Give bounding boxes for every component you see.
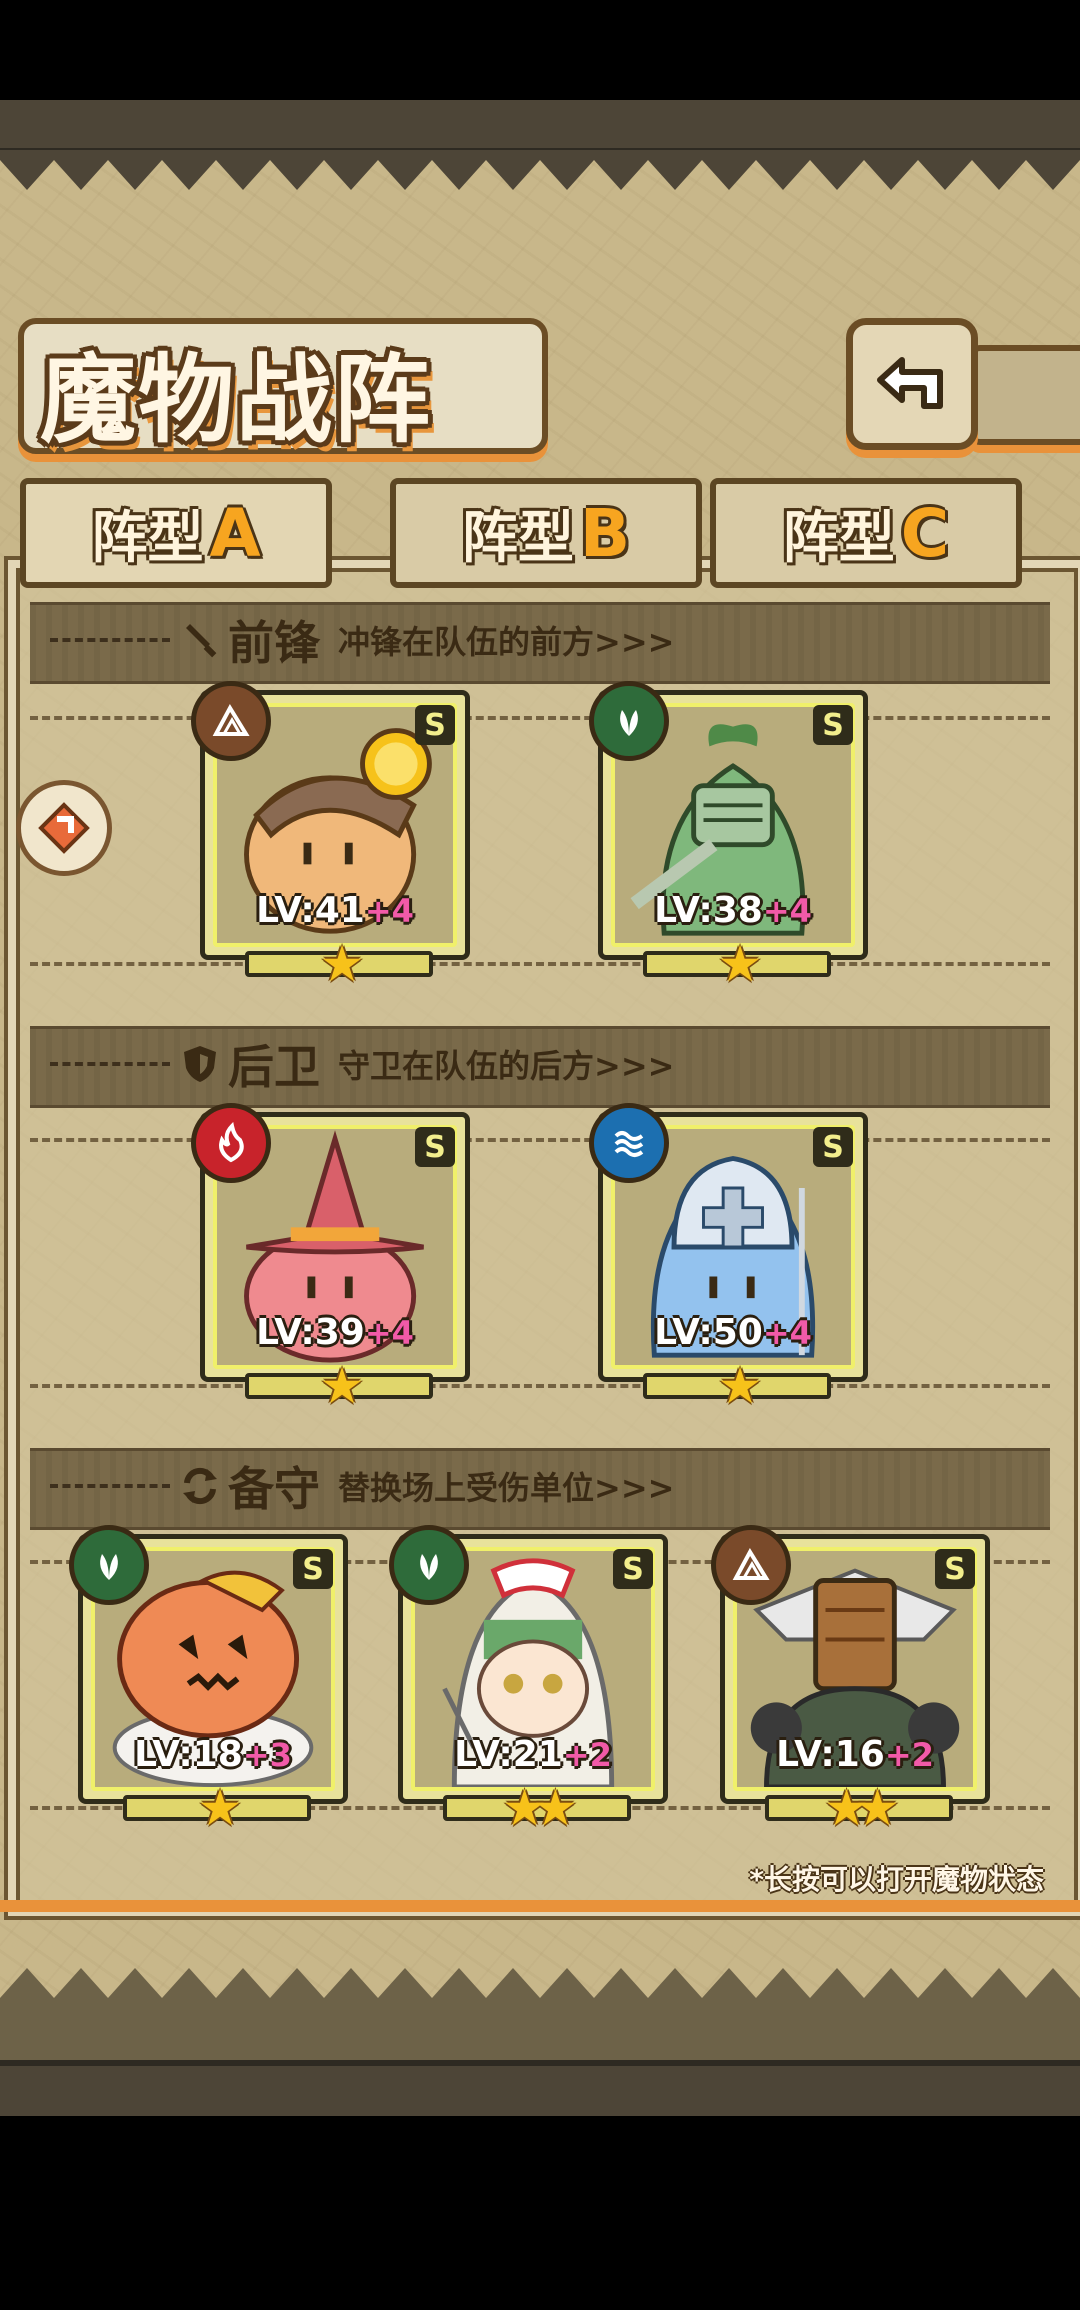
level-bonus: +3 — [242, 1736, 292, 1774]
panel-bottom-accent — [0, 1900, 1080, 1912]
section-subtitle: 冲锋在队伍的前方>>> — [338, 623, 675, 661]
star-rating: ★ — [717, 935, 763, 993]
water-element-icon — [589, 1103, 669, 1183]
rank-badge: S — [935, 1549, 975, 1589]
star-rating: ★★ — [502, 1779, 578, 1837]
section-title: 后卫 — [228, 1040, 320, 1094]
level-bonus: +4 — [762, 892, 812, 930]
back-button[interactable] — [846, 318, 978, 450]
level-value: LV:39 — [256, 1312, 365, 1353]
section-header-rear: 后卫 守卫在队伍的后方>>> — [30, 1026, 1050, 1102]
level-value: LV:18 — [134, 1734, 243, 1775]
star-rating: ★ — [197, 1779, 243, 1837]
level-bonus: +4 — [364, 1314, 414, 1352]
level-value: LV:50 — [654, 1312, 763, 1353]
bottom-band — [0, 2060, 1080, 2116]
rank-badge: S — [813, 705, 853, 745]
tab-formation-b[interactable]: 阵型 B — [390, 478, 702, 588]
header-dash — [50, 1484, 170, 1488]
level-label: LV:41+4 — [205, 890, 465, 931]
level-value: LV:41 — [256, 890, 365, 931]
monster-card-rear-2[interactable]: S LV:50+4 ★ — [589, 1103, 868, 1415]
level-label: LV:21+2 — [403, 1734, 663, 1775]
rank-badge: S — [613, 1549, 653, 1589]
monster-card-front-2[interactable]: S LV:38+4 ★ — [589, 681, 868, 993]
leaf-element-icon — [69, 1525, 149, 1605]
section-title: 备守 — [228, 1462, 320, 1516]
bottom-strip — [0, 2008, 1080, 2060]
rank-badge: S — [415, 1127, 455, 1167]
monster-card-front-1[interactable]: S LV:41+4 ★ — [191, 681, 470, 993]
row-dashed-line — [30, 962, 1050, 966]
arrow-badge-icon — [38, 802, 90, 854]
tab-letter: B — [579, 494, 631, 572]
row-dashed-line — [30, 1384, 1050, 1388]
leaf-element-icon — [589, 681, 669, 761]
sword-icon — [180, 620, 220, 660]
leaf-element-icon — [389, 1525, 469, 1605]
section-title: 前锋 — [228, 616, 320, 670]
row-dashed-line — [30, 1138, 1050, 1142]
rank-badge: S — [293, 1549, 333, 1589]
tab-label: 阵型 — [782, 505, 895, 571]
tab-letter: A — [209, 494, 261, 572]
swap-icon — [180, 1466, 220, 1506]
top-zigzag-border — [0, 150, 1080, 190]
rank-badge: S — [813, 1127, 853, 1167]
tab-label: 阵型 — [91, 505, 204, 571]
back-button-tab — [968, 345, 1080, 445]
level-bonus: +4 — [762, 1314, 812, 1352]
header-dash — [50, 1062, 170, 1066]
top-band — [0, 100, 1080, 154]
star-rating: ★ — [717, 1357, 763, 1415]
star-rating: ★ — [319, 935, 365, 993]
star-rating: ★★ — [824, 1779, 900, 1837]
section-header-reserve: 备守 替换场上受伤单位>>> — [30, 1448, 1050, 1524]
page-title: 魔物战阵 — [40, 344, 432, 456]
level-label: LV:50+4 — [603, 1312, 863, 1353]
level-value: LV:38 — [654, 890, 763, 931]
tab-label: 阵型 — [461, 505, 574, 571]
section-header-front: 前锋 冲锋在队伍的前方>>> — [30, 602, 1050, 678]
section-subtitle: 守卫在队伍的后方>>> — [338, 1047, 675, 1085]
level-value: LV:21 — [454, 1734, 563, 1775]
level-value: LV:16 — [776, 1734, 885, 1775]
monster-card-rear-1[interactable]: S LV:39+4 ★ — [191, 1103, 470, 1415]
shield-icon — [180, 1044, 220, 1084]
formation-toggle-button[interactable] — [16, 780, 112, 876]
level-label: LV:16+2 — [725, 1734, 985, 1775]
fire-element-icon — [191, 1103, 271, 1183]
rank-badge: S — [415, 705, 455, 745]
rock-element-icon — [711, 1525, 791, 1605]
header-dash — [50, 638, 170, 642]
section-subtitle: 替换场上受伤单位>>> — [338, 1469, 675, 1507]
bottom-zigzag-border — [0, 1968, 1080, 2008]
monster-card-reserve-1[interactable]: S LV:18+3 ★ — [69, 1525, 348, 1837]
rock-element-icon — [191, 681, 271, 761]
level-bonus: +2 — [562, 1736, 612, 1774]
monster-card-reserve-2[interactable]: S LV:21+2 ★★ — [389, 1525, 668, 1837]
monster-card-reserve-3[interactable]: S LV:16+2 ★★ — [711, 1525, 990, 1837]
tab-formation-a[interactable]: 阵型 A — [20, 478, 332, 588]
star-rating: ★ — [319, 1357, 365, 1415]
level-label: LV:38+4 — [603, 890, 863, 931]
return-arrow-icon — [877, 357, 943, 409]
level-label: LV:18+3 — [83, 1734, 343, 1775]
level-bonus: +4 — [364, 892, 414, 930]
level-label: LV:39+4 — [205, 1312, 465, 1353]
level-bonus: +2 — [884, 1736, 934, 1774]
long-press-hint: *长按可以打开魔物状态 — [749, 1863, 1044, 1896]
tab-letter: C — [900, 494, 950, 572]
tab-formation-c[interactable]: 阵型 C — [710, 478, 1022, 588]
row-dashed-line — [30, 716, 1050, 720]
